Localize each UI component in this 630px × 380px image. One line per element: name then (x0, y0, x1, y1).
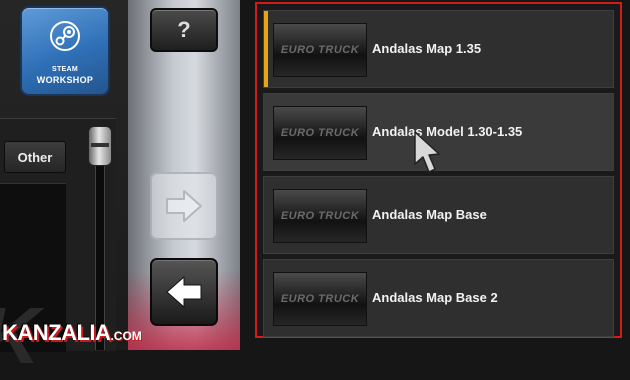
mod-thumbnail-logo: EURO TRUCK (280, 44, 360, 56)
steam-workshop-button[interactable]: STEAM WORKSHOP (22, 8, 108, 94)
active-mod-item[interactable]: EURO TRUCK Andalas Map Base 2 (263, 259, 614, 337)
mod-thumbnail-logo: EURO TRUCK (280, 127, 360, 139)
left-panel: STEAM WORKSHOP Other K (0, 0, 128, 376)
mod-thumbnail: EURO TRUCK (273, 106, 367, 160)
mod-thumbnail-logo: EURO TRUCK (280, 210, 360, 222)
mod-thumbnail: EURO TRUCK (273, 272, 367, 326)
transfer-column: ? (128, 0, 240, 350)
watermark: KANZALIA.COM (2, 320, 142, 348)
mod-thumbnail: EURO TRUCK (273, 189, 367, 243)
mod-thumbnail-logo: EURO TRUCK (280, 293, 360, 305)
active-mod-item[interactable]: EURO TRUCK Andalas Map 1.35 (263, 10, 614, 88)
scrollbar-thumb[interactable] (88, 126, 112, 166)
help-button[interactable]: ? (150, 8, 218, 52)
steam-workshop-label: WORKSHOP (36, 75, 94, 85)
steam-workshop-label-top: STEAM (52, 66, 78, 73)
steam-icon (50, 21, 80, 51)
watermark-suffix: .COM (110, 329, 142, 343)
mod-name: Andalas Map 1.35 (372, 41, 482, 56)
mouse-cursor-icon (414, 131, 440, 173)
mod-name: Andalas Model 1.30-1.35 (372, 124, 523, 139)
watermark-text: KANZALIA (2, 320, 111, 345)
remove-mod-button[interactable] (150, 258, 218, 326)
active-mod-item[interactable]: EURO TRUCK Andalas Map Base (263, 176, 614, 254)
tab-other[interactable]: Other (4, 141, 66, 173)
arrow-right-icon (166, 190, 202, 222)
mod-name: Andalas Map Base 2 (372, 290, 498, 305)
add-mod-button[interactable] (150, 172, 218, 240)
mod-name: Andalas Map Base (372, 207, 487, 222)
selection-indicator (264, 11, 268, 87)
mod-thumbnail: EURO TRUCK (273, 23, 367, 77)
arrow-left-icon (166, 276, 202, 308)
